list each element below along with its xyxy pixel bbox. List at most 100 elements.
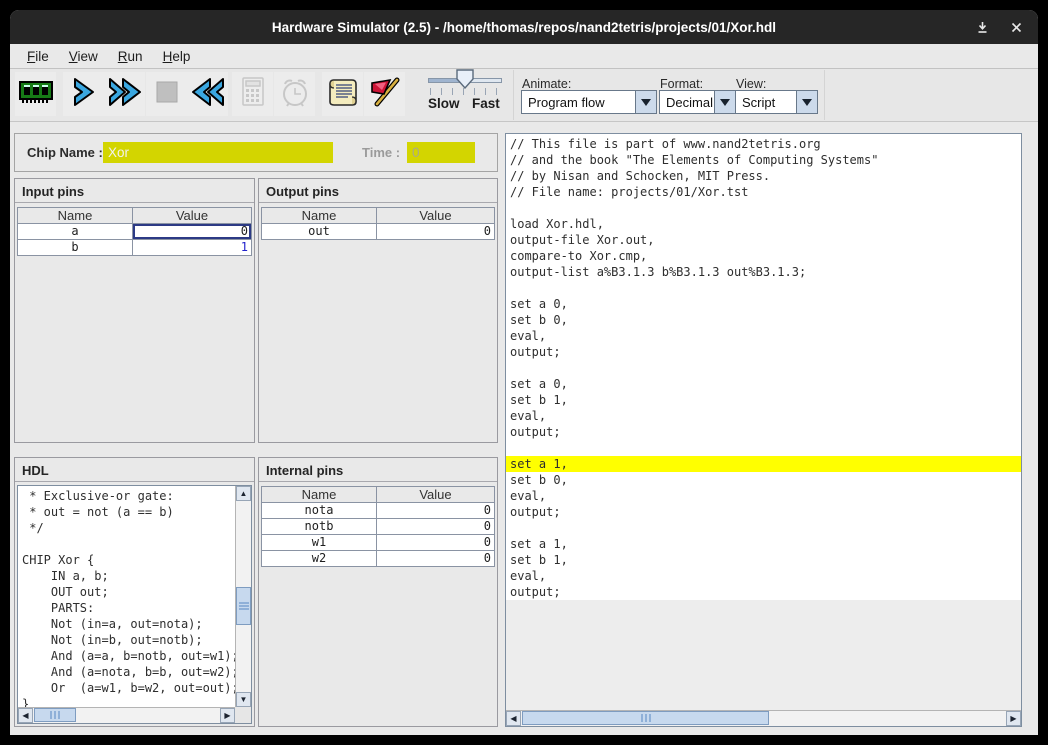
single-step-button[interactable] <box>63 72 104 116</box>
pin-name: w1 <box>262 535 377 550</box>
table-row: notb0 <box>261 519 495 535</box>
clock-button <box>274 72 315 116</box>
window-title: Hardware Simulator (2.5) - /home/thomas/… <box>272 20 776 35</box>
format-label: Format: <box>660 77 703 91</box>
scroll-left-icon[interactable]: ◀ <box>18 708 33 723</box>
table-row: b1 <box>17 240 252 256</box>
table-header: NameValue <box>261 207 495 224</box>
slider-slow-label: Slow <box>428 96 460 111</box>
chevron-down-icon[interactable] <box>796 91 817 113</box>
rewind-icon <box>190 76 226 113</box>
hdl-title: HDL <box>15 458 254 482</box>
animate-dropdown[interactable]: Program flow <box>521 90 657 114</box>
menu-run[interactable]: Run <box>108 46 153 67</box>
code-line: compare-to Xor.cmp, <box>506 248 1021 264</box>
code-line: // by Nisan and Schocken, MIT Press. <box>506 168 1021 184</box>
stop-button <box>146 72 187 116</box>
code-line: set a 0, <box>506 296 1021 312</box>
code-line: set a 0, <box>506 376 1021 392</box>
vertical-scroll-thumb[interactable] <box>236 587 251 625</box>
reset-button[interactable] <box>187 72 228 116</box>
horizontal-scroll-thumb[interactable] <box>522 711 769 725</box>
load-script-button[interactable] <box>322 72 363 116</box>
code-line: * Exclusive-or gate: <box>18 488 235 504</box>
table-row: w20 <box>261 551 495 567</box>
minimize-icon[interactable] <box>976 21 989 34</box>
pin-value[interactable]: 0 <box>133 224 251 239</box>
column-header-value: Value <box>133 208 251 223</box>
table-row: nota0 <box>261 503 495 519</box>
menu-file[interactable]: File <box>17 46 59 67</box>
code-line: OUT out; <box>18 584 235 600</box>
code-line: } <box>18 696 235 707</box>
code-line <box>506 360 1021 376</box>
input-pins-table: NameValuea0b1 <box>17 207 252 256</box>
pin-value[interactable]: 0 <box>377 535 494 550</box>
run-button[interactable] <box>104 72 145 116</box>
script-panel: // This file is part of www.nand2tetris.… <box>505 133 1022 727</box>
script-current-line: set a 1, <box>506 456 1021 472</box>
pin-name: b <box>18 240 133 255</box>
code-line: PARTS: <box>18 600 235 616</box>
code-line: IN a, b; <box>18 568 235 584</box>
code-line: output; <box>506 584 1021 600</box>
code-line: set a 1, <box>506 536 1021 552</box>
menu-help[interactable]: Help <box>153 46 201 67</box>
load-chip-button[interactable] <box>15 72 56 116</box>
code-line <box>18 536 235 552</box>
pin-name: nota <box>262 503 377 518</box>
table-row: out0 <box>261 224 495 240</box>
code-line: Or (a=w1, b=w2, out=out); <box>18 680 235 696</box>
scroll-right-icon[interactable]: ▶ <box>220 708 235 723</box>
column-header-value: Value <box>377 487 494 502</box>
code-line: eval, <box>506 488 1021 504</box>
menu-view[interactable]: View <box>59 46 108 67</box>
pin-name: a <box>18 224 133 239</box>
code-line: And (a=a, b=notb, out=w1); <box>18 648 235 664</box>
code-line: output; <box>506 344 1021 360</box>
pin-value[interactable]: 0 <box>377 519 494 534</box>
output-pins-title: Output pins <box>259 179 497 203</box>
pin-value[interactable]: 0 <box>377 503 494 518</box>
animate-label: Animate: <box>522 77 571 91</box>
code-line: output-list a%B3.1.3 b%B3.1.3 out%B3.1.3… <box>506 264 1021 280</box>
scroll-right-icon[interactable]: ▶ <box>1006 711 1021 726</box>
calculator-icon <box>238 75 268 114</box>
step-forward-icon <box>71 76 97 113</box>
chip-name-field[interactable]: Xor <box>103 142 333 163</box>
script-horizontal-scrollbar: ◀ ▶ <box>506 710 1021 726</box>
scroll-down-icon[interactable]: ▼ <box>236 692 251 707</box>
pin-value[interactable]: 0 <box>377 551 494 566</box>
code-line: load Xor.hdl, <box>506 216 1021 232</box>
column-header-value: Value <box>377 208 494 223</box>
scroll-left-icon[interactable]: ◀ <box>506 711 521 726</box>
scrollbar-corner <box>235 707 251 723</box>
view-dropdown[interactable]: Script <box>735 90 818 114</box>
code-line: eval, <box>506 328 1021 344</box>
view-value: Script <box>742 95 775 110</box>
code-line: Not (in=a, out=nota); <box>18 616 235 632</box>
speed-slider-ticks <box>430 88 500 95</box>
column-header-name: Name <box>262 487 377 502</box>
table-header: NameValue <box>261 486 495 503</box>
code-line: Not (in=b, out=notb); <box>18 632 235 648</box>
input-pins-title: Input pins <box>15 179 254 203</box>
pin-value[interactable]: 1 <box>133 240 251 255</box>
pin-name: out <box>262 224 377 239</box>
chevron-down-icon[interactable] <box>714 91 735 113</box>
pin-value[interactable]: 0 <box>377 224 494 239</box>
breakpoints-button[interactable] <box>364 72 405 116</box>
time-field: 0 <box>407 142 475 163</box>
table-row: a0 <box>17 224 252 240</box>
menu-bar: FileViewRunHelp <box>10 44 1038 69</box>
input-pins-panel: Input pins NameValuea0b1 <box>14 178 255 443</box>
title-bar: Hardware Simulator (2.5) - /home/thomas/… <box>10 10 1038 44</box>
code-line: // This file is part of www.nand2tetris.… <box>506 136 1021 152</box>
view-label: View: <box>736 77 766 91</box>
horizontal-scroll-thumb[interactable] <box>34 708 76 722</box>
table-header: NameValue <box>17 207 252 224</box>
scroll-up-icon[interactable]: ▲ <box>236 486 251 501</box>
close-icon[interactable] <box>1011 22 1022 33</box>
chevron-down-icon[interactable] <box>635 91 656 113</box>
format-dropdown[interactable]: Decimal <box>659 90 736 114</box>
